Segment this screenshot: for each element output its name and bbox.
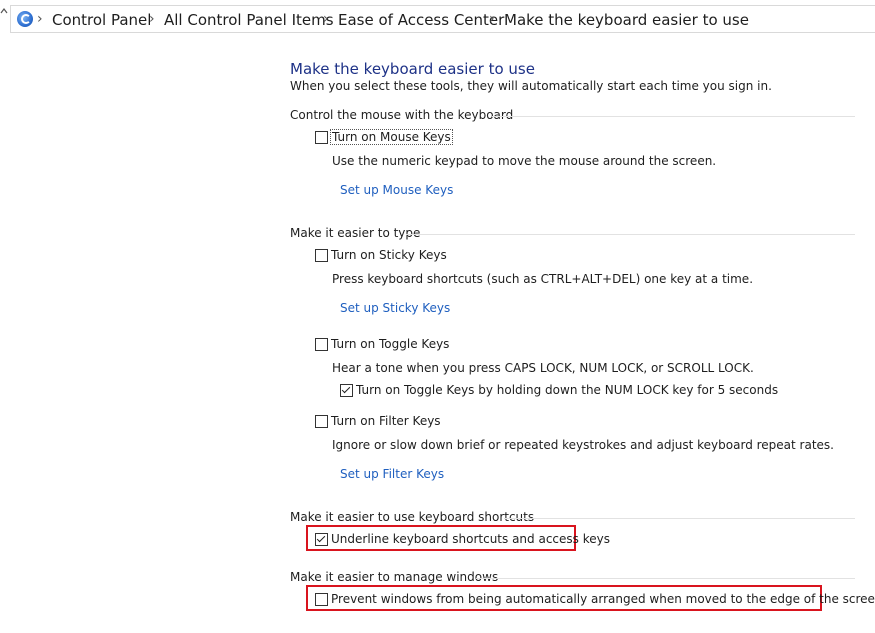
section-divider [492, 116, 855, 117]
setup-filter-keys-link[interactable]: Set up Filter Keys [340, 467, 444, 481]
section-header-shortcuts: Make it easier to use keyboard shortcuts [290, 510, 535, 524]
mouse-keys-checkbox[interactable] [315, 131, 328, 144]
breadcrumb-item-all-items[interactable]: All Control Panel Items [164, 11, 334, 29]
section-divider [476, 578, 855, 579]
filter-keys-description: Ignore or slow down brief or repeated ke… [332, 438, 834, 452]
filter-keys-label[interactable]: Turn on Filter Keys [331, 414, 441, 428]
mouse-keys-description: Use the numeric keypad to move the mouse… [332, 154, 717, 168]
sticky-keys-label[interactable]: Turn on Sticky Keys [331, 248, 447, 262]
section-header-mouse: Control the mouse with the keyboard [290, 108, 514, 122]
prevent-arrange-label[interactable]: Prevent windows from being automatically… [331, 592, 875, 606]
setup-mouse-keys-link[interactable]: Set up Mouse Keys [340, 183, 453, 197]
page-subtitle: When you select these tools, they will a… [290, 79, 772, 93]
breadcrumb-item-ease-of-access[interactable]: Ease of Access Center [338, 11, 504, 29]
breadcrumb-item-current[interactable]: Make the keyboard easier to use [504, 11, 749, 29]
toggle-keys-label[interactable]: Turn on Toggle Keys [331, 337, 449, 351]
prevent-arrange-checkbox[interactable] [315, 593, 328, 606]
underline-shortcuts-label[interactable]: Underline keyboard shortcuts and access … [331, 532, 610, 546]
breadcrumb-separator-icon: › [37, 11, 43, 27]
underline-shortcuts-checkbox[interactable] [315, 533, 328, 546]
breadcrumb-item-control-panel[interactable]: Control Panel [52, 11, 151, 29]
control-panel-icon [17, 11, 33, 27]
up-arrow-icon[interactable] [0, 7, 8, 15]
toggle-keys-checkbox[interactable] [315, 338, 328, 351]
toggle-keys-numlock-label[interactable]: Turn on Toggle Keys by holding down the … [356, 383, 778, 397]
filter-keys-checkbox[interactable] [315, 415, 328, 428]
mouse-keys-label[interactable]: Turn on Mouse Keys [330, 129, 453, 145]
section-header-typing: Make it easier to type [290, 226, 421, 240]
section-header-windows: Make it easier to manage windows [290, 570, 499, 584]
address-bar: › Control Panel › All Control Panel Item… [0, 0, 875, 38]
breadcrumb-separator-icon: › [323, 11, 329, 27]
setup-sticky-keys-link[interactable]: Set up Sticky Keys [340, 301, 450, 315]
toggle-keys-description: Hear a tone when you press CAPS LOCK, NU… [332, 361, 754, 375]
sticky-keys-checkbox[interactable] [315, 249, 328, 262]
breadcrumb-separator-icon: › [489, 11, 495, 27]
section-divider [406, 234, 855, 235]
toggle-keys-numlock-checkbox[interactable] [340, 384, 353, 397]
breadcrumb-separator-icon: › [149, 11, 155, 27]
page-title: Make the keyboard easier to use [290, 60, 535, 78]
section-divider [504, 518, 855, 519]
sticky-keys-description: Press keyboard shortcuts (such as CTRL+A… [332, 272, 754, 286]
